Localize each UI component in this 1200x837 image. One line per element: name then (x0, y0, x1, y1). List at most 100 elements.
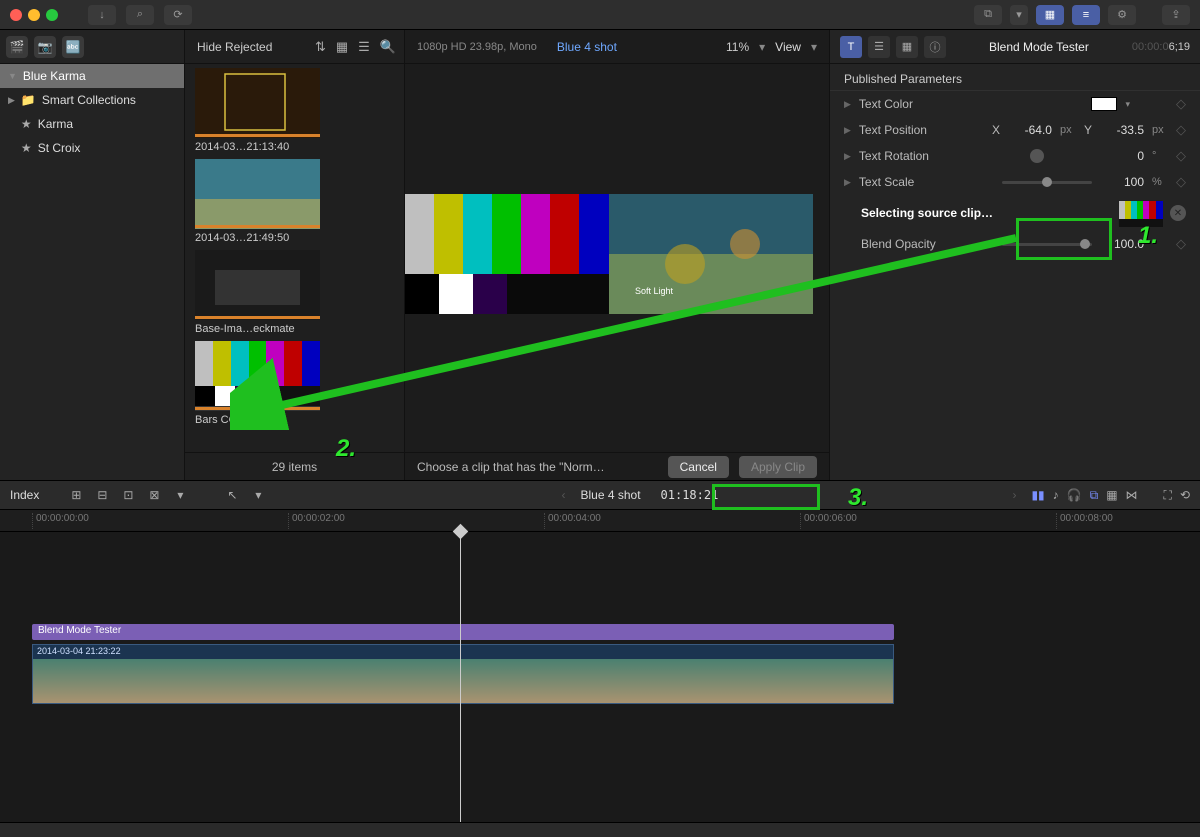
sidebar-item-smart[interactable]: ▶ 📁 Smart Collections (0, 88, 184, 112)
solo-icon[interactable]: 🎧 (1067, 488, 1082, 503)
ws-dropdown[interactable]: ▾ (1010, 5, 1028, 25)
audio-skim-icon[interactable]: ♪ (1053, 488, 1059, 503)
playhead[interactable] (460, 532, 461, 822)
chevron-down-icon[interactable]: ▾ (249, 488, 267, 502)
library-icon[interactable]: 🎬 (6, 36, 28, 58)
keyframe-icon[interactable]: ◇ (1176, 122, 1186, 138)
item-label: St Croix (38, 141, 81, 155)
clip-item[interactable]: Base-Ima…eckmate (195, 250, 394, 335)
window-min[interactable] (28, 9, 40, 21)
viewer-header: 1080p HD 23.98p, Mono Blue 4 shot 11% ▾ … (405, 30, 829, 64)
viewer: 1080p HD 23.98p, Mono Blue 4 shot 11% ▾ … (405, 30, 830, 480)
filter-label[interactable]: Hide Rejected (193, 40, 272, 54)
inspector-header: T ☰ ▦ ⓘ Blend Mode Tester 00:00:06;19 (830, 30, 1200, 64)
transitions-icon[interactable]: ⋈ (1126, 488, 1138, 503)
nav-back-icon[interactable]: ‹ (554, 488, 572, 502)
insert-icon[interactable]: ⊟ (93, 488, 111, 502)
rotation-input[interactable] (1100, 149, 1144, 163)
pos-x-input[interactable] (1008, 123, 1052, 137)
ws-settings-button[interactable]: ⚙ (1108, 5, 1136, 25)
clip-thumb (195, 68, 320, 138)
ruler-tick: 00:00:02:00 (288, 513, 345, 529)
clip-item[interactable]: 2014-03…21:49:50 (195, 159, 394, 244)
star-icon: ★ (21, 141, 32, 155)
titles-icon[interactable]: 🔤 (62, 36, 84, 58)
import-button[interactable]: ↓ (88, 5, 116, 25)
viewer-canvas[interactable]: Soft Light (405, 64, 829, 452)
window-close[interactable] (10, 9, 22, 21)
ws-browser-button[interactable]: ⧉ (974, 5, 1002, 25)
index-button[interactable]: Index (10, 488, 39, 502)
chevron-down-icon[interactable]: ▾ (1125, 99, 1130, 110)
disclosure-icon[interactable]: ▶ (844, 151, 851, 162)
zoom-value[interactable]: 11% (726, 40, 749, 54)
sidebar-item-stcroix[interactable]: ▶ ★ St Croix (0, 136, 184, 160)
select-tool-icon[interactable]: ↖ (223, 488, 241, 502)
sidebar-item-karma[interactable]: ▶ ★ Karma (0, 112, 184, 136)
library-sidebar: 🎬 📷 🔤 ▼ Blue Karma ▶ 📁 Smart Collections… (0, 30, 185, 480)
cancel-button[interactable]: Cancel (668, 456, 729, 478)
ws-list-button[interactable]: ≡ (1072, 5, 1100, 25)
timeline-title: Blue 4 shot (580, 488, 640, 502)
scale-input[interactable] (1100, 175, 1144, 189)
clip-item-bars[interactable]: Bars CC (195, 341, 394, 426)
loop-icon[interactable]: ⟲ (1180, 488, 1190, 503)
keyframe-icon[interactable]: ◇ (1176, 148, 1186, 164)
connect-icon[interactable]: ⊞ (67, 488, 85, 502)
sort-icon[interactable]: ⇅ (315, 39, 326, 55)
library-blue-karma[interactable]: ▼ Blue Karma (0, 64, 184, 88)
snap-icon[interactable]: ⧉ (1090, 488, 1099, 503)
scale-slider[interactable] (1002, 181, 1092, 184)
photos-icon[interactable]: 📷 (34, 36, 56, 58)
list-view-icon[interactable]: ☰ (358, 39, 370, 55)
timeline-ruler[interactable]: 00:00:00:00 00:00:02:00 00:00:04:00 00:0… (0, 510, 1200, 532)
overwrite-icon[interactable]: ⊠ (145, 488, 163, 502)
apply-clip-button[interactable]: Apply Clip (739, 456, 817, 478)
share-button[interactable]: ⇪ (1162, 5, 1190, 25)
annotation-number-1: 1. (1138, 222, 1158, 250)
keyframe-icon[interactable]: ◇ (1176, 236, 1186, 252)
render-button[interactable]: ⟳ (164, 5, 192, 25)
video-clip[interactable]: 2014-03-04 21:23:22 (32, 644, 894, 704)
keyframe-icon[interactable]: ◇ (1176, 96, 1186, 112)
param-text-rotation[interactable]: ▶ Text Rotation ° ◇ (830, 143, 1200, 169)
skimming-icon[interactable]: ▮▮ (1031, 488, 1044, 503)
blend-mode-overlay: Soft Light (635, 286, 674, 296)
chevron-down-icon[interactable]: ▾ (759, 40, 765, 54)
window-max[interactable] (46, 9, 58, 21)
disclosure-icon[interactable]: ▶ (844, 177, 851, 188)
nav-fwd-icon[interactable]: › (1005, 488, 1023, 502)
rotation-dial[interactable] (1030, 149, 1044, 163)
tab-info[interactable]: ⓘ (924, 36, 946, 58)
param-text-position[interactable]: ▶ Text Position X px Y px ◇ (830, 117, 1200, 143)
chevron-down-icon[interactable]: ▾ (171, 488, 189, 502)
effects-icon[interactable]: ▦ (1106, 488, 1117, 503)
pos-y-input[interactable] (1100, 123, 1144, 137)
keyword-button[interactable]: ⌕ (126, 5, 154, 25)
clear-source-icon[interactable]: ✕ (1170, 205, 1186, 221)
chevron-down-icon[interactable]: ▾ (811, 40, 817, 54)
title-clip[interactable]: Blend Mode Tester (32, 624, 894, 640)
keyframe-icon[interactable]: ◇ (1176, 174, 1186, 190)
color-well[interactable] (1091, 97, 1117, 111)
timeline[interactable]: Blend Mode Tester 2014-03-04 21:23:22 (0, 532, 1200, 822)
opacity-slider[interactable] (1002, 243, 1092, 246)
tab-video[interactable]: ☰ (868, 36, 890, 58)
param-text-color[interactable]: ▶ Text Color ▾ ◇ (830, 91, 1200, 117)
disclosure-icon[interactable]: ▶ (844, 125, 851, 136)
clip-list: 2014-03…21:13:40 2014-03…21:49:50 Base-I… (185, 64, 404, 452)
disclosure-icon[interactable]: ▶ (844, 99, 851, 110)
view-menu[interactable]: View (775, 40, 801, 54)
ws-grid-button[interactable]: ▦ (1036, 5, 1064, 25)
search-icon[interactable]: 🔍 (380, 39, 396, 55)
tab-generator[interactable]: ▦ (896, 36, 918, 58)
clip-view-icon[interactable]: ▦ (336, 39, 348, 55)
append-icon[interactable]: ⊡ (119, 488, 137, 502)
instruction-text: Choose a clip that has the "Norm… (417, 460, 605, 474)
fullscreen-icon[interactable]: ⛶ (1164, 488, 1172, 503)
clip-item[interactable]: 2014-03…21:13:40 (195, 68, 394, 153)
inspector-title: Blend Mode Tester (952, 40, 1126, 54)
param-text-scale[interactable]: ▶ Text Scale % ◇ (830, 169, 1200, 195)
item-count: 29 items (272, 460, 317, 474)
tab-text[interactable]: T (840, 36, 862, 58)
